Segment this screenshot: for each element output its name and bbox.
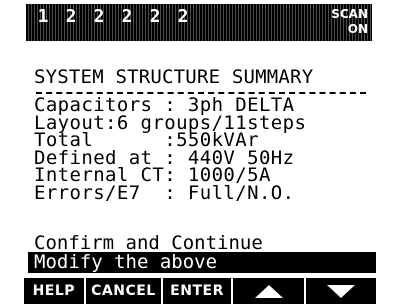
option-confirm-continue[interactable]: Confirm and Continue [34,233,263,253]
step-indicator-1: 1 [37,6,49,27]
status-bar: 1 2 2 2 2 2 SCAN ON [26,4,372,41]
option-modify-above[interactable]: Modify the above [28,252,376,273]
screen-title: SYSTEM STRUCTURE SUMMARY [34,66,314,88]
help-button[interactable]: HELP [24,278,84,304]
scan-status: SCAN ON [326,7,368,37]
scan-on-label: ON [347,22,368,36]
scan-label: SCAN [331,7,368,21]
summary-errors: Errors/E7 : Full/N.O. [34,181,295,204]
step-indicator-4: 2 [121,6,133,27]
step-indicators: 1 2 2 2 2 2 [32,6,194,28]
up-button[interactable] [232,278,305,304]
arrow-down-icon [327,284,356,298]
step-indicator-5: 2 [149,6,161,27]
cancel-button[interactable]: CANCEL [85,278,162,304]
enter-button[interactable]: ENTER [163,278,231,304]
down-button[interactable] [306,278,376,304]
step-indicator-2: 2 [65,6,77,27]
softkey-bar: HELP CANCEL ENTER [24,278,376,304]
step-indicator-6: 2 [177,6,189,27]
summary-list: Capacitors : 3ph DELTA Layout:6 groups/1… [34,96,306,204]
arrow-up-icon [254,284,283,298]
step-indicator-3: 2 [93,6,105,27]
